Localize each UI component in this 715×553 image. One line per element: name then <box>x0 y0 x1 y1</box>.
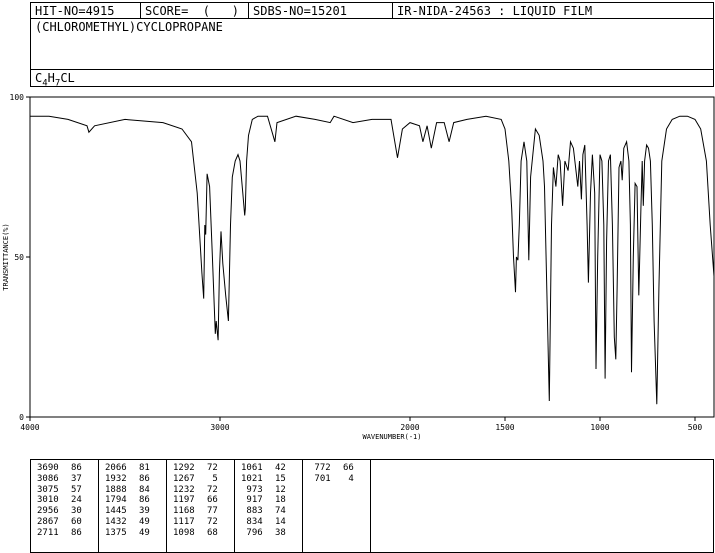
peak-wavenumber: 3075 <box>37 484 59 495</box>
peak-transmittance: 60 <box>71 517 82 527</box>
peak-transmittance: 72 <box>207 517 218 527</box>
peak-transmittance: 74 <box>275 506 286 517</box>
peak-wavenumber: 3690 <box>37 463 59 473</box>
peak-wavenumber: 1232 <box>173 484 195 495</box>
peak-wavenumber: 1197 <box>173 495 195 506</box>
peak-column: 772 66 701 4 <box>303 460 371 552</box>
x-tick-label: 2000 <box>400 423 419 432</box>
peak-column: 1061 42 1021 15 973 12 917 18 883 74 834 14 796… <box>235 460 303 552</box>
plot-frame <box>29 96 715 418</box>
peak-wavenumber: 1267 <box>173 473 195 484</box>
peak-wavenumber: 2867 <box>37 517 59 527</box>
peak-transmittance: 38 <box>275 527 286 538</box>
peak-transmittance: 66 <box>207 495 218 506</box>
peak-wavenumber: 1021 <box>241 473 263 484</box>
peak-column: 2066 81 1932 86 1888 84 1794 86 1445 39 1432 49 1375… <box>99 460 167 552</box>
peak-transmittance: 72 <box>207 484 218 495</box>
peak-wavenumber: 917 <box>241 495 263 506</box>
peak-transmittance: 66 <box>343 463 354 473</box>
peak-transmittance: 77 <box>207 506 218 517</box>
peak-wavenumber: 3086 <box>37 473 59 484</box>
peak-transmittance: 49 <box>139 517 150 527</box>
peak-transmittance: 57 <box>71 484 82 495</box>
x-tick-label: 500 <box>688 423 703 432</box>
peak-transmittance: 4 <box>343 473 354 484</box>
peak-transmittance: 42 <box>275 463 286 473</box>
spectrum-line <box>30 115 715 405</box>
peak-wavenumber: 2711 <box>37 527 59 538</box>
peak-transmittance: 5 <box>207 473 218 484</box>
y-tick-label: 0 <box>19 413 24 422</box>
peak-transmittance: 68 <box>207 527 218 538</box>
peak-wavenumber: 973 <box>241 484 263 495</box>
x-axis-label: WAVENUMBER(-1) <box>362 433 421 441</box>
y-axis-label: TRANSMITTANCE(%) <box>2 223 10 290</box>
peak-transmittance: 24 <box>71 495 82 506</box>
peak-transmittance: 12 <box>275 484 286 495</box>
peak-column: 3690 86 3086 37 3075 57 3010 24 2956 30 2867 60 2711… <box>31 460 99 552</box>
peak-wavenumber: 1888 <box>105 484 127 495</box>
peak-table: 3690 86 3086 37 3075 57 3010 24 2956 30 2867 60 2711… <box>30 459 714 553</box>
peak-transmittance: 86 <box>71 463 82 473</box>
x-tick-label: 1500 <box>495 423 514 432</box>
peak-wavenumber: 1117 <box>173 517 195 527</box>
peak-wavenumber: 1098 <box>173 527 195 538</box>
peak-wavenumber: 2066 <box>105 463 127 473</box>
peak-wavenumber: 701 <box>309 473 331 484</box>
peak-wavenumber: 796 <box>241 527 263 538</box>
peak-wavenumber: 2956 <box>37 506 59 517</box>
peak-wavenumber: 1445 <box>105 506 127 517</box>
peak-transmittance: 15 <box>275 473 286 484</box>
peak-wavenumber: 1292 <box>173 463 195 473</box>
peak-wavenumber: 1794 <box>105 495 127 506</box>
peak-column: 1292 72 1267 5 1232 72 1197 66 1168 77 1117 72 1098… <box>167 460 235 552</box>
peak-wavenumber: 1168 <box>173 506 195 517</box>
peak-transmittance: 84 <box>139 484 150 495</box>
y-tick-label: 50 <box>14 253 24 262</box>
peak-wavenumber: 1432 <box>105 517 127 527</box>
ir-spectrum-chart: 0 50 100 4000 3000 2000 1500 1000 500 WAVENUMBER(… <box>2 93 715 441</box>
peak-transmittance: 86 <box>139 495 150 506</box>
peak-wavenumber: 834 <box>241 517 263 527</box>
peak-transmittance: 37 <box>71 473 82 484</box>
peak-transmittance: 30 <box>71 506 82 517</box>
x-tick-label: 3000 <box>210 423 229 432</box>
peak-wavenumber: 883 <box>241 506 263 517</box>
x-tick-label: 1000 <box>590 423 609 432</box>
peak-transmittance: 14 <box>275 517 286 527</box>
peak-transmittance: 86 <box>139 473 150 484</box>
peak-wavenumber: 1932 <box>105 473 127 484</box>
peak-wavenumber: 1061 <box>241 463 263 473</box>
peak-transmittance: 86 <box>71 527 82 538</box>
peak-wavenumber: 772 <box>309 463 331 473</box>
peak-transmittance: 18 <box>275 495 286 506</box>
peak-transmittance: 81 <box>139 463 150 473</box>
y-tick-label: 100 <box>10 93 25 102</box>
peak-wavenumber: 3010 <box>37 495 59 506</box>
peak-wavenumber: 1375 <box>105 527 127 538</box>
peak-transmittance: 72 <box>207 463 218 473</box>
x-tick-label: 4000 <box>20 423 39 432</box>
peak-transmittance: 49 <box>139 527 150 538</box>
peak-transmittance: 39 <box>139 506 150 517</box>
